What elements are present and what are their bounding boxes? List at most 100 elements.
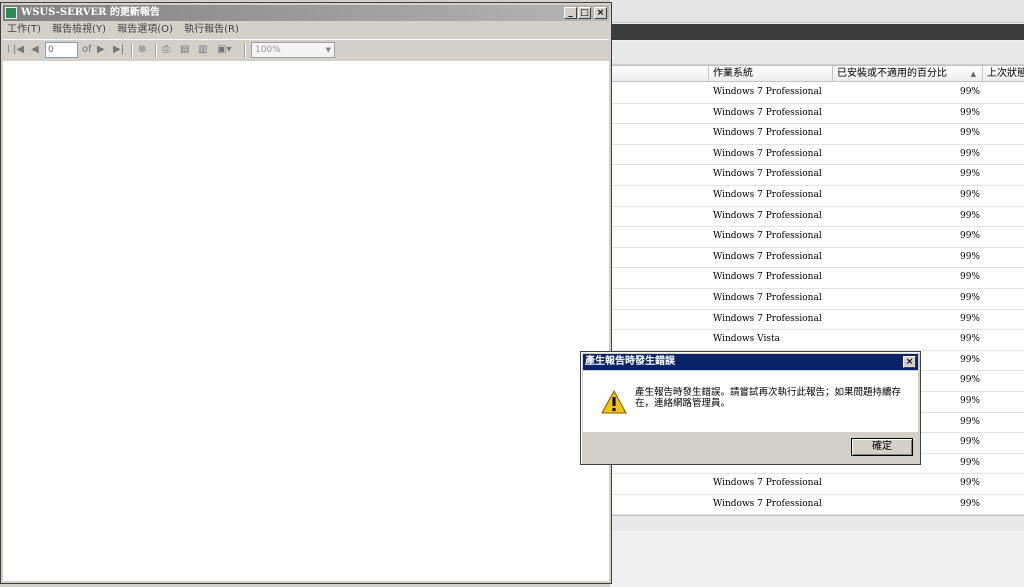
cell-os: Windows 7 Professional xyxy=(713,478,822,489)
table-row[interactable]: Windows 7 Professional 99% xyxy=(610,248,1024,269)
cell-percent: 99% xyxy=(959,128,980,139)
report-canvas xyxy=(3,61,609,581)
cell-percent: 99% xyxy=(959,313,980,324)
cell-os: Windows Vista xyxy=(713,334,780,345)
next-page-icon[interactable]: ▶ xyxy=(97,44,105,56)
cell-percent: 99% xyxy=(959,231,980,242)
maximize-button[interactable]: □ xyxy=(578,7,591,19)
zoom-value: 100% xyxy=(255,45,281,55)
table-row[interactable]: Windows 7 Professional 99% xyxy=(610,289,1024,310)
cell-os: Windows 7 Professional xyxy=(713,148,822,159)
first-page-icon[interactable]: |◀ xyxy=(13,44,24,56)
dialog-titlebar[interactable]: 產生報告時發生錯誤 × xyxy=(583,354,918,370)
error-dialog: 產生報告時發生錯誤 × 產生報告時發生錯誤。請嘗試再次執行此報告；如果問題持續存… xyxy=(580,351,921,465)
cell-percent: 99% xyxy=(959,87,980,97)
cell-os: Windows 7 Professional xyxy=(713,189,822,200)
cell-percent: 99% xyxy=(959,107,980,118)
sort-ascending-icon: ▲ xyxy=(970,70,976,78)
report-menubar: 工作(T) 報告檢視(Y) 報告選項(O) 執行報告(R) xyxy=(3,22,609,38)
table-row[interactable]: Windows 7 Professional 99% xyxy=(610,268,1024,289)
last-page-icon[interactable]: ▶| xyxy=(113,44,124,56)
table-row[interactable]: Windows Vista 99% xyxy=(610,330,1024,351)
column-header-os[interactable]: 作業系統 xyxy=(709,66,833,82)
column-header-percent[interactable]: 已安裝或不適用的百分比 ▲ xyxy=(833,66,983,82)
cell-percent: 99% xyxy=(959,354,980,365)
report-viewer-window: WSUS-SERVER 的更新報告 _ □ × 工作(T) 報告檢視(Y) 報告… xyxy=(0,2,612,584)
report-titlebar[interactable]: WSUS-SERVER 的更新報告 _ □ × xyxy=(3,5,609,21)
chevron-down-icon: ▼ xyxy=(325,46,331,54)
report-window-title: WSUS-SERVER 的更新報告 xyxy=(21,7,160,18)
page-number-input[interactable] xyxy=(45,42,78,58)
menu-task[interactable]: 工作(T) xyxy=(3,22,45,38)
stop-icon[interactable]: ⊗ xyxy=(138,44,146,56)
console-header-band xyxy=(610,24,1024,40)
table-row[interactable]: Windows 7 Professional 99% xyxy=(610,104,1024,125)
prev-page-icon[interactable]: ◀ xyxy=(31,44,39,56)
cell-percent: 99% xyxy=(959,498,980,509)
warning-icon xyxy=(601,390,627,414)
grid-scrollbar[interactable] xyxy=(610,515,1024,532)
cell-os: Windows 7 Professional xyxy=(713,292,822,303)
cell-os: Windows 7 Professional xyxy=(713,498,822,509)
menu-report-options[interactable]: 報告選項(O) xyxy=(113,22,177,38)
column-header-percent-label: 已安裝或不適用的百分比 xyxy=(837,68,947,79)
menu-run-report[interactable]: 執行報告(R) xyxy=(180,22,243,38)
cell-os: Windows 7 Professional xyxy=(713,313,822,324)
table-row[interactable]: Windows 7 Professional 99% xyxy=(610,495,1024,516)
close-button[interactable]: × xyxy=(594,7,607,19)
cell-os: Windows 7 Professional xyxy=(713,210,822,221)
table-row[interactable]: Windows 7 Professional 99% xyxy=(610,186,1024,207)
zoom-select[interactable]: 100% ▼ xyxy=(251,42,335,58)
cell-os: Windows 7 Professional xyxy=(713,272,822,283)
cell-os: Windows 7 Professional xyxy=(713,169,822,180)
cell-os: Windows 7 Professional xyxy=(713,128,822,139)
cell-percent: 99% xyxy=(959,437,980,448)
toolbar-separator xyxy=(131,43,133,58)
column-header-name[interactable] xyxy=(610,66,709,82)
dialog-close-button[interactable]: × xyxy=(903,356,916,368)
toolbar-separator xyxy=(155,43,157,58)
page-of-label: of xyxy=(82,44,92,55)
cell-os: Windows 7 Professional xyxy=(713,251,822,262)
dialog-title: 產生報告時發生錯誤 xyxy=(585,356,675,367)
cell-os: Windows 7 Professional xyxy=(713,231,822,242)
layout-icon[interactable]: ▤ xyxy=(180,44,189,56)
print-icon[interactable]: ⎙ xyxy=(162,44,170,56)
table-row[interactable]: Windows 7 Professional 99% xyxy=(610,124,1024,145)
dialog-body: 產生報告時發生錯誤。請嘗試再次執行此報告；如果問題持續存在，連絡網路管理員。 xyxy=(583,371,918,432)
console-action-strip xyxy=(610,42,1024,65)
toolbar-grip-icon: ⁞ xyxy=(7,44,11,55)
cell-percent: 99% xyxy=(959,210,980,221)
table-row[interactable]: Windows 7 Professional 99% xyxy=(610,310,1024,331)
toolbar-separator xyxy=(244,43,246,58)
cell-percent: 99% xyxy=(959,457,980,468)
table-row[interactable]: Windows 7 Professional 99% xyxy=(610,145,1024,166)
table-row[interactable]: Windows 7 Professional 99% xyxy=(610,83,1024,104)
cell-percent: 99% xyxy=(959,251,980,262)
console-window: 作業系統 已安裝或不適用的百分比 ▲ 上次狀態 Windows 7 Profes… xyxy=(610,0,1024,587)
cell-percent: 99% xyxy=(959,169,980,180)
ok-button[interactable]: 確定 xyxy=(851,438,913,456)
table-row[interactable]: Windows 7 Professional 99% xyxy=(610,165,1024,186)
cell-percent: 99% xyxy=(959,189,980,200)
app-icon xyxy=(5,7,17,19)
cell-os: Windows 7 Professional xyxy=(713,87,822,97)
export-icon[interactable]: ▣▾ xyxy=(217,44,231,56)
table-row[interactable]: Windows 7 Professional 99% xyxy=(610,474,1024,495)
cell-percent: 99% xyxy=(959,148,980,159)
table-row[interactable]: Windows 7 Professional 99% xyxy=(610,227,1024,248)
dialog-message: 產生報告時發生錯誤。請嘗試再次執行此報告；如果問題持續存在，連絡網路管理員。 xyxy=(635,387,902,409)
cell-percent: 99% xyxy=(959,375,980,386)
menu-report-view[interactable]: 報告檢視(Y) xyxy=(48,22,110,38)
column-header-last-status[interactable]: 上次狀態 xyxy=(983,66,1024,82)
console-lower-pane xyxy=(610,531,1024,587)
table-row[interactable]: Windows 7 Professional 99% xyxy=(610,207,1024,228)
console-toolbar xyxy=(610,0,1024,23)
minimize-button[interactable]: _ xyxy=(564,7,577,19)
report-toolbar: ⁞ |◀ ◀ of ▶ ▶| ⊗ ⎙ ▤ ▥ ▣▾ 100% ▼ xyxy=(3,39,609,62)
cell-percent: 99% xyxy=(959,416,980,427)
cell-os: Windows 7 Professional xyxy=(713,107,822,118)
page-setup-icon[interactable]: ▥ xyxy=(198,44,207,56)
cell-percent: 99% xyxy=(959,292,980,303)
cell-percent: 99% xyxy=(959,395,980,406)
